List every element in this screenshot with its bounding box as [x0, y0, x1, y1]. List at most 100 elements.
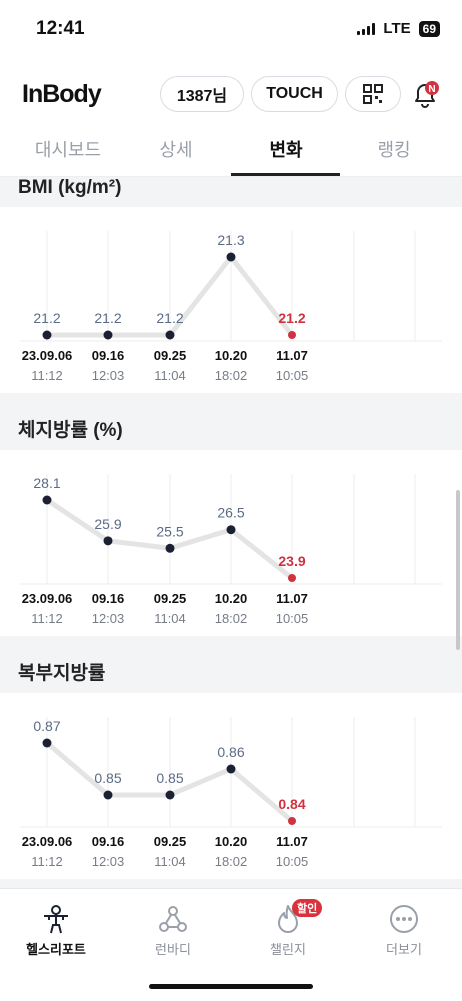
- date-tick-label: 09.25: [154, 834, 187, 849]
- time-tick-label: 12:03: [92, 854, 125, 869]
- notification-badge: N: [428, 84, 435, 95]
- body-fat-chart-card[interactable]: 28.1 23.09.06 11:12 25.9 09.16 12:03 25.5 09.25…: [0, 450, 462, 636]
- value-label: 28.1: [33, 475, 60, 491]
- time-tick-label: 10:05: [276, 854, 309, 869]
- date-tick-label: 11.07: [276, 591, 308, 606]
- home-indicator: [149, 984, 313, 989]
- time-tick-label: 10:05: [276, 611, 309, 626]
- date-tick-label: 09.16: [92, 348, 125, 363]
- date-tick-label: 10.20: [215, 348, 248, 363]
- time-tick-label: 10:05: [276, 368, 309, 383]
- date-tick-label: 23.09.06: [22, 348, 73, 363]
- nav-health-report[interactable]: 헬스리포트: [16, 903, 96, 958]
- time-tick-label: 11:04: [154, 854, 186, 869]
- nav-label-challenge: 챌린지: [270, 942, 306, 957]
- section-divider: [0, 879, 462, 888]
- date-tick-label: 10.20: [215, 834, 248, 849]
- data-point: [103, 330, 113, 340]
- active-tab-indicator: [231, 173, 340, 176]
- more-icon: [390, 905, 418, 933]
- value-label: 21.2: [278, 310, 305, 326]
- value-label: 0.85: [156, 770, 183, 786]
- nav-challenge[interactable]: 할인 챌린지: [248, 899, 328, 958]
- value-label: 26.5: [217, 505, 244, 521]
- time-tick-label: 11:04: [154, 368, 186, 383]
- nav-label-more: 더보기: [386, 942, 422, 957]
- body-fat-section-header: 체지방률 (%): [0, 393, 462, 450]
- bmi-chart: 21.2 23.09.06 11:12 21.2 09.16 12:03 21.2 09.25…: [20, 231, 442, 383]
- time-tick-label: 11:04: [154, 611, 186, 626]
- date-tick-label: 23.09.06: [22, 834, 73, 849]
- date-tick-label: 09.16: [92, 834, 125, 849]
- data-point: [226, 252, 236, 262]
- date-tick-label: 23.09.06: [22, 591, 73, 606]
- abdominal-fat-chart: 0.87 23.09.06 11:12 0.85 09.16 12:03 0.85 09.25…: [20, 717, 442, 869]
- notification-button[interactable]: N: [410, 80, 440, 110]
- battery-icon: 69: [418, 20, 440, 37]
- person-report-icon: [44, 905, 68, 934]
- time-tick-label: 11:12: [31, 854, 63, 869]
- body-fat-chart: 28.1 23.09.06 11:12 25.9 09.16 12:03 25.5 09.25…: [20, 474, 442, 626]
- data-point: [288, 574, 296, 582]
- network-icon: [159, 906, 187, 932]
- time-tick-label: 11:12: [31, 368, 63, 383]
- qr-button[interactable]: [345, 76, 401, 112]
- date-tick-label: 11.07: [276, 348, 308, 363]
- data-point: [226, 764, 236, 774]
- nav-label-health-report: 헬스리포트: [26, 942, 86, 957]
- nav-runbody[interactable]: 런바디: [133, 903, 213, 958]
- bmi-title: BMI (kg/m²): [18, 177, 122, 198]
- status-bar: 12:41 LTE 69: [0, 0, 462, 60]
- date-tick-label: 11.07: [276, 834, 308, 849]
- value-label: 0.84: [278, 796, 305, 812]
- nav-more[interactable]: 더보기: [364, 903, 444, 958]
- bmi-section-header: BMI (kg/m²): [0, 177, 462, 207]
- data-point: [42, 738, 52, 748]
- abdominal-fat-title: 복부지방률: [18, 663, 106, 684]
- discount-badge: 할인: [292, 899, 323, 917]
- data-point: [165, 543, 175, 553]
- status-indicators: LTE 69: [357, 20, 440, 37]
- value-label: 21.2: [94, 310, 121, 326]
- app-logo: InBody: [22, 80, 102, 108]
- tab-ranking[interactable]: 랭킹: [344, 136, 444, 162]
- network-label: LTE: [383, 20, 411, 37]
- value-label: 0.86: [217, 744, 244, 760]
- date-tick-label: 10.20: [215, 591, 248, 606]
- time-tick-label: 12:03: [92, 368, 125, 383]
- time-tick-label: 12:03: [92, 611, 125, 626]
- time-tick-label: 18:02: [215, 611, 248, 626]
- tab-bar: 대시보드 상세 변화 랭킹: [0, 128, 462, 177]
- time-tick-label: 11:12: [31, 611, 63, 626]
- touch-button[interactable]: TOUCH: [251, 76, 338, 112]
- status-time: 12:41: [36, 18, 85, 39]
- value-label: 0.85: [94, 770, 121, 786]
- time-tick-label: 18:02: [215, 854, 248, 869]
- data-point: [103, 536, 113, 546]
- scrollbar[interactable]: [456, 490, 460, 650]
- data-point: [103, 790, 113, 800]
- nav-label-runbody: 런바디: [155, 942, 191, 957]
- user-chip[interactable]: 1387님: [160, 76, 244, 112]
- tab-dashboard[interactable]: 대시보드: [18, 136, 118, 162]
- tab-detail[interactable]: 상세: [126, 136, 226, 162]
- data-point: [288, 331, 296, 339]
- data-point: [42, 330, 52, 340]
- qr-code-icon: [363, 84, 383, 104]
- value-label: 23.9: [278, 553, 305, 569]
- bmi-chart-card[interactable]: 21.2 23.09.06 11:12 21.2 09.16 12:03 21.2 09.25…: [0, 207, 462, 393]
- value-label: 21.3: [217, 232, 244, 248]
- data-point: [288, 817, 296, 825]
- data-point: [165, 790, 175, 800]
- value-label: 21.2: [33, 310, 60, 326]
- bell-icon: N: [415, 81, 439, 108]
- value-label: 0.87: [33, 718, 60, 734]
- tab-change[interactable]: 변화: [236, 136, 336, 162]
- data-point: [42, 495, 52, 505]
- body-fat-title: 체지방률 (%): [18, 420, 123, 441]
- data-point: [226, 525, 236, 535]
- abdominal-fat-chart-card[interactable]: 0.87 23.09.06 11:12 0.85 09.16 12:03 0.85 09.25…: [0, 693, 462, 879]
- value-label: 21.2: [156, 310, 183, 326]
- abdominal-fat-section-header: 복부지방률: [0, 636, 462, 693]
- app-header: InBody 1387님 TOUCH N: [0, 66, 462, 122]
